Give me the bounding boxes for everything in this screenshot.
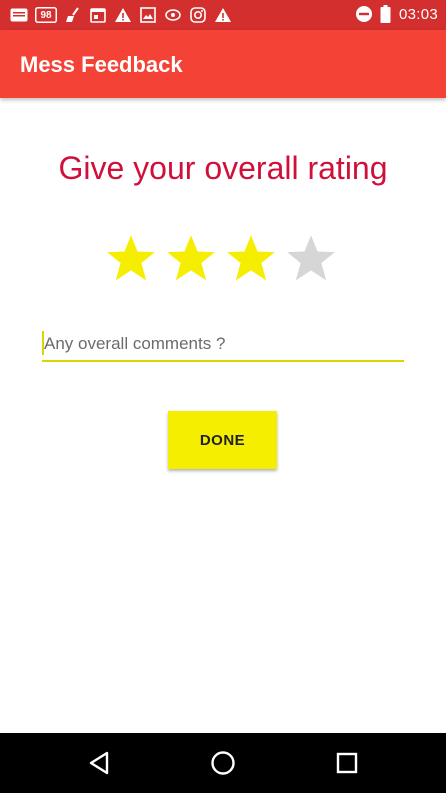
message-icon [10,6,28,24]
warning-icon [214,6,232,24]
badge-98-text: 98 [40,9,52,21]
star-4-icon[interactable] [285,232,337,284]
broom-icon [64,6,82,24]
sync-icon [164,6,182,24]
comment-input[interactable] [42,330,406,358]
status-bar: 98 03:03 [0,0,446,30]
recents-icon[interactable] [334,750,360,776]
notification-icons: 98 [10,6,232,24]
app-bar: Mess Feedback [0,30,446,98]
navigation-bar [0,733,446,793]
clock: 03:03 [398,5,438,23]
instagram-icon [189,6,207,24]
calendar-icon [89,6,107,24]
image-icon [139,6,157,24]
text-cursor [42,331,44,355]
badge-98-icon: 98 [35,6,57,24]
system-status: 03:03 [355,5,438,23]
star-1-icon[interactable] [105,232,157,284]
comment-field[interactable] [42,330,406,362]
rating-heading: Give your overall rating [58,150,388,186]
do-not-disturb-icon [355,5,373,23]
star-2-icon[interactable] [165,232,217,284]
done-button[interactable]: DONE [168,411,277,469]
home-icon[interactable] [210,750,236,776]
app-title: Mess Feedback [20,52,183,77]
warning-icon [114,6,132,24]
back-icon[interactable] [86,750,112,776]
star-rating[interactable] [105,232,337,284]
battery-icon [380,5,392,23]
star-3-icon[interactable] [225,232,277,284]
